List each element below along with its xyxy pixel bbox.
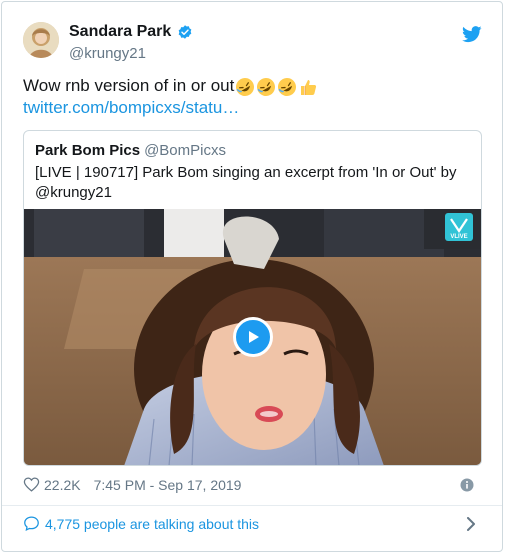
chevron-right-icon[interactable] [465, 517, 477, 531]
tweet-card: Sandara Park @krungy21 Wow rnb version o… [1, 1, 503, 552]
thumbs-up-emoji [301, 79, 317, 95]
info-icon[interactable] [460, 478, 474, 492]
quoted-header: Park Bom Pics @BomPicxs [35, 142, 226, 159]
play-button[interactable] [233, 317, 273, 357]
speech-bubble-icon [24, 516, 39, 531]
heart-icon[interactable] [23, 476, 40, 493]
author-name-text[interactable]: Sandara Park [69, 23, 171, 41]
like-count[interactable]: 22.2K [44, 477, 81, 493]
quoted-author-handle[interactable]: @BomPicxs [144, 142, 226, 159]
tweet-text: Wow rnb version of in or out [23, 75, 319, 97]
video-thumbnail[interactable]: VLIVE [24, 209, 481, 465]
emoji-group [235, 77, 319, 97]
avatar-image [23, 22, 59, 58]
verified-badge-icon [178, 25, 192, 39]
quoted-text: [LIVE | 190717] Park Bom singing an exce… [35, 164, 457, 201]
rolling-on-floor-laughing-emoji [278, 77, 297, 96]
quoted-author-name[interactable]: Park Bom Pics [35, 142, 140, 159]
author-name[interactable]: Sandara Park [69, 23, 193, 41]
tweet-text-body: Wow rnb version of in or out [23, 76, 235, 95]
rolling-on-floor-laughing-emoji [236, 77, 255, 96]
quoted-tweet[interactable]: Park Bom Pics @BomPicxs [LIVE | 190717] P… [23, 130, 482, 466]
timestamp[interactable]: 7:45 PM - Sep 17, 2019 [94, 477, 242, 493]
author-handle[interactable]: @krungy21 [69, 45, 146, 62]
rolling-on-floor-laughing-emoji [257, 77, 276, 96]
tweet-meta: 22.2K 7:45 PM - Sep 17, 2019 [23, 476, 241, 493]
vlive-badge: VLIVE [450, 234, 467, 240]
avatar[interactable] [23, 22, 59, 58]
play-icon [249, 331, 259, 343]
conversation-count[interactable]: 4,775 people are talking about this [45, 516, 259, 532]
tweet-link[interactable]: twitter.com/bompicxs/statu… [23, 98, 239, 118]
conversation-link[interactable]: 4,775 people are talking about this [23, 515, 259, 532]
divider [2, 505, 502, 506]
twitter-bird-icon[interactable] [462, 24, 482, 44]
